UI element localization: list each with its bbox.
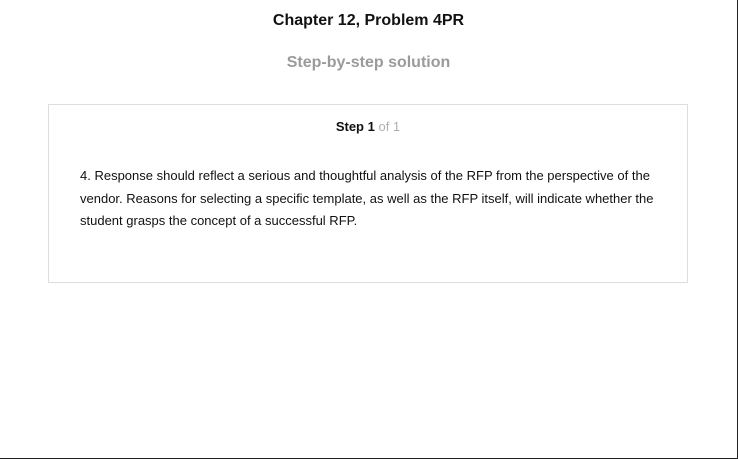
page-frame: Chapter 12, Problem 4PR Step-by-step sol… [0, 0, 738, 459]
step-count: of 1 [378, 119, 401, 134]
step-card: Step 1 of 1 4. Response should reflect a… [48, 104, 688, 283]
step-header: Step 1 of 1 [49, 119, 687, 134]
step-label: Step 1 [335, 119, 375, 134]
step-text: 4. Response should reflect a serious and… [80, 168, 654, 228]
solution-subtitle: Step-by-step solution [286, 54, 451, 71]
page-title: Chapter 12, Problem 4PR [272, 12, 465, 29]
